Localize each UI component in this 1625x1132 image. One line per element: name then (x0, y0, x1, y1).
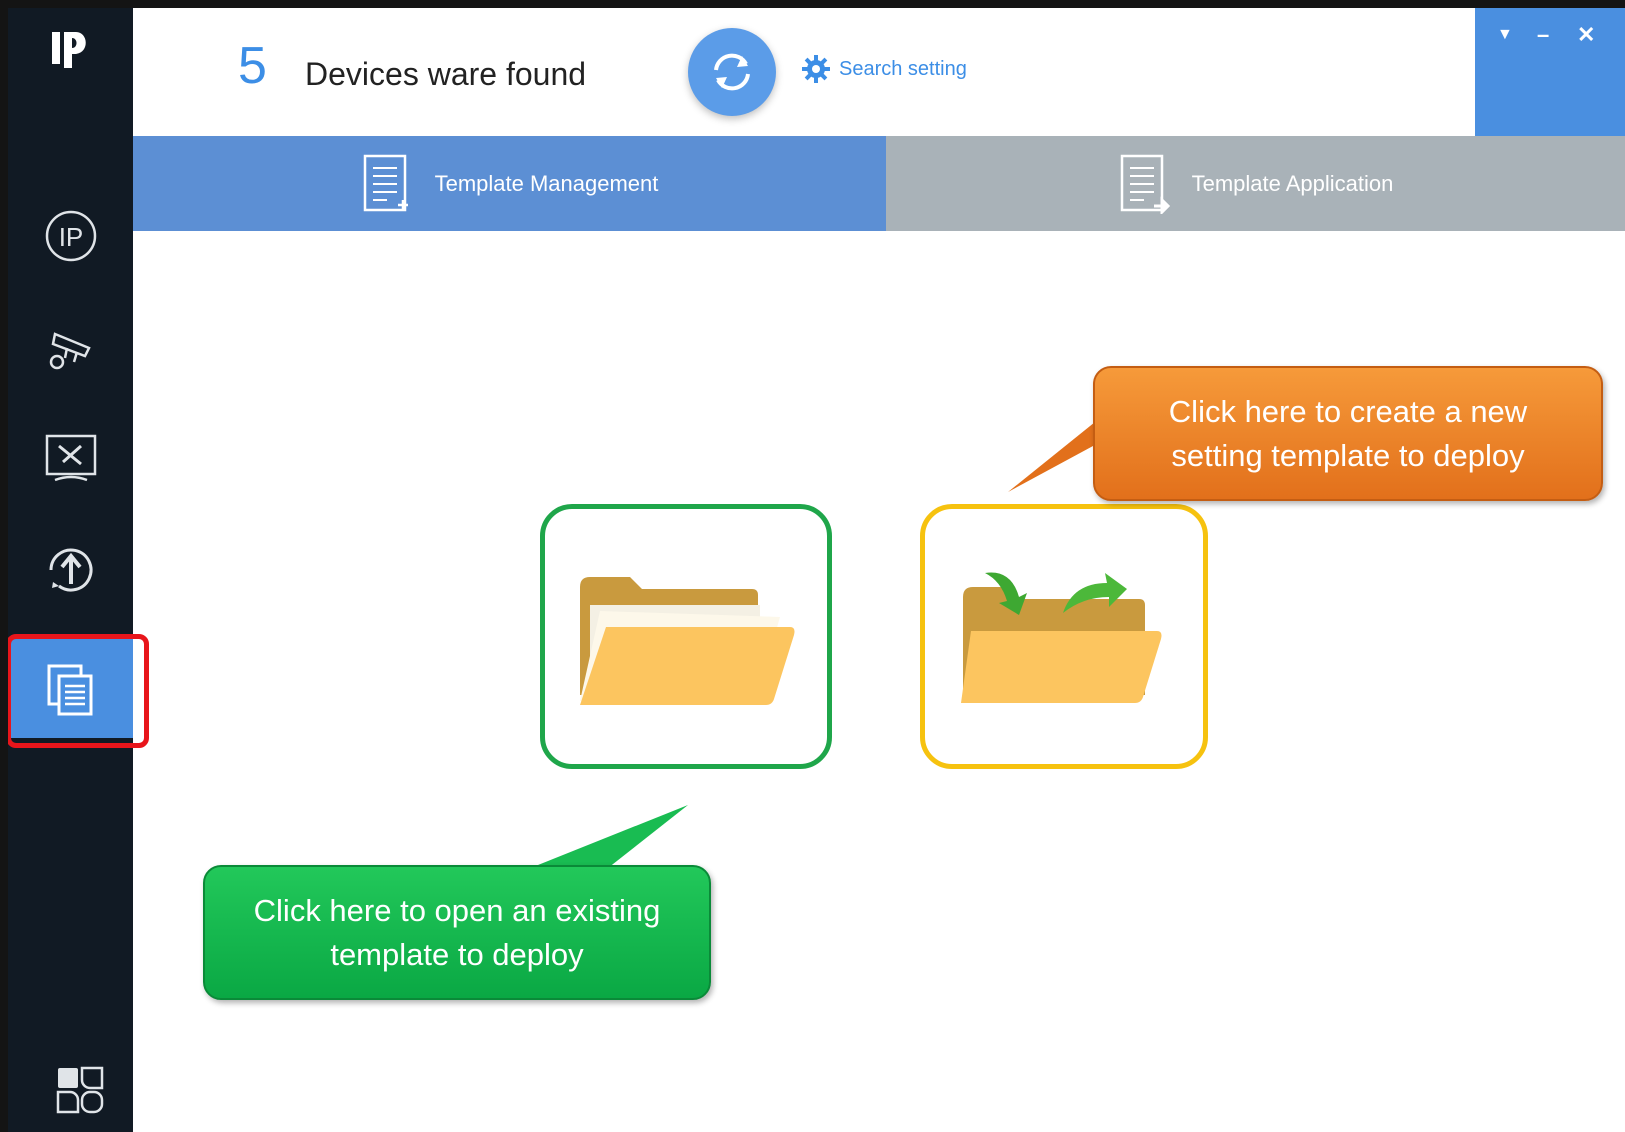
close-icon[interactable]: ✕ (1577, 22, 1595, 48)
open-template-callout-text: Click here to open an existing template … (253, 892, 661, 972)
refresh-icon (714, 53, 750, 91)
tools-icon (45, 434, 96, 482)
minimize-icon[interactable]: – (1537, 22, 1549, 48)
open-template-button[interactable] (540, 504, 832, 769)
devices-found-label: Devices ware found (305, 56, 587, 92)
header: 5 Devices ware found Search setting ▼ – … (133, 8, 1625, 136)
folder-new-icon (961, 572, 1162, 703)
device-count: 5 (238, 37, 267, 95)
sidebar-item-ip[interactable]: IP (8, 186, 133, 286)
search-setting-label: Search setting (839, 57, 967, 80)
tab-template-management[interactable]: Template Management (133, 136, 886, 231)
camera-settings-icon (49, 332, 91, 370)
new-template-callout: Click here to create a new setting templ… (1093, 366, 1603, 501)
new-template-callout-text: Click here to create a new setting templ… (1168, 393, 1528, 473)
new-template-button[interactable] (920, 504, 1208, 769)
menu-dropdown-icon[interactable]: ▼ (1497, 26, 1513, 44)
sidebar-item-tools[interactable] (8, 408, 133, 508)
sidebar: IP (8, 8, 149, 1132)
folder-open-icon (580, 576, 795, 705)
svg-text:IP: IP (58, 222, 83, 252)
sidebar-item-camera-settings[interactable] (8, 298, 133, 398)
template-add-icon (363, 154, 408, 211)
refresh-button[interactable] (688, 28, 776, 116)
gear-icon (802, 55, 830, 83)
app-window: IP 5 Devices ware found Search setting ▼… (8, 8, 1625, 1132)
active-item-highlight (8, 634, 149, 748)
sidebar-item-upgrade[interactable] (8, 520, 133, 620)
search-setting-link[interactable]: Search setting (801, 54, 967, 84)
ip-icon: IP (45, 210, 96, 262)
open-template-callout: Click here to open an existing template … (203, 865, 711, 1000)
tab-template-application-label: Template Application (1191, 170, 1394, 196)
apps-icon[interactable] (56, 1066, 106, 1116)
logo-icon (52, 32, 86, 68)
window-controls: ▼ – ✕ (1475, 8, 1625, 136)
upgrade-icon (49, 548, 92, 592)
tab-template-management-label: Template Management (434, 170, 659, 196)
template-apply-icon (1120, 154, 1170, 214)
tab-template-application[interactable]: Template Application (886, 136, 1625, 231)
